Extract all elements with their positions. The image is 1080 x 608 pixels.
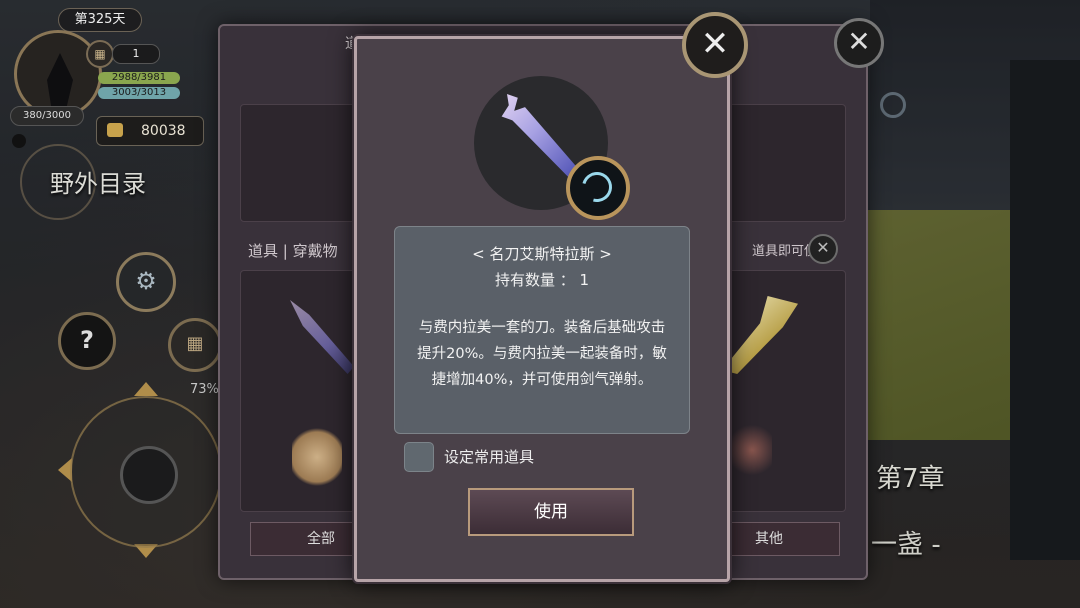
hp-bar: 2988/3981 <box>98 72 180 84</box>
filter-close-icon[interactable]: ✕ <box>808 234 838 264</box>
chapter-label: 第7章 <box>876 464 945 494</box>
calendar-icon: ▦ <box>86 40 114 68</box>
progress-percent: 73% <box>190 382 219 397</box>
sword-skill-icon <box>566 156 630 220</box>
help-icon[interactable]: ? <box>58 312 116 370</box>
gold-display: 80038 <box>96 116 204 146</box>
virtual-joystick[interactable] <box>70 396 222 548</box>
item-quantity: 持有数量 ： 1 <box>494 271 590 289</box>
day-counter: 第325天 <box>58 8 142 32</box>
close-icon[interactable]: ✕ <box>682 12 748 78</box>
item-slot-flower[interactable] <box>292 424 342 490</box>
joystick-knob[interactable] <box>120 446 178 504</box>
gear-icon[interactable]: ⚙ <box>116 252 176 312</box>
item-description: 与费内拉美一套的刀。装备后基础攻击提升20%。与费内拉美一起装备时，敏捷增加40… <box>417 320 667 388</box>
calendar-count: 1 <box>112 44 160 64</box>
storage-close-icon[interactable]: ✕ <box>834 18 884 68</box>
crystal-icon <box>47 53 73 113</box>
tab-items-equipment[interactable]: 道具 | 穿戴物 <box>248 240 368 261</box>
gold-coin-icon <box>107 123 123 137</box>
gold-amount: 80038 <box>141 123 186 139</box>
calendar-button-icon[interactable]: ▦ <box>168 318 222 372</box>
exp-readout: 380/3000 <box>10 106 84 126</box>
item-slot-misc[interactable] <box>732 420 772 480</box>
status-dot <box>12 134 26 148</box>
item-description-box: < 名刀艾斯特拉斯 > 持有数量 ： 1 与费内拉美一套的刀。装备后基础攻击提升… <box>394 226 690 434</box>
favorite-checkbox[interactable] <box>404 442 434 472</box>
item-name: < 名刀艾斯特拉斯 > <box>472 245 612 263</box>
skill-arc <box>576 166 618 208</box>
player-portrait[interactable] <box>14 30 102 118</box>
joystick-up-icon <box>134 382 158 396</box>
favorite-checkbox-label: 设定常用道具 <box>444 448 535 466</box>
use-button[interactable]: 使用 <box>468 488 634 536</box>
field-directory-button[interactable]: 野外目录 <box>50 164 146 199</box>
mp-bar: 3003/3013 <box>98 87 180 99</box>
